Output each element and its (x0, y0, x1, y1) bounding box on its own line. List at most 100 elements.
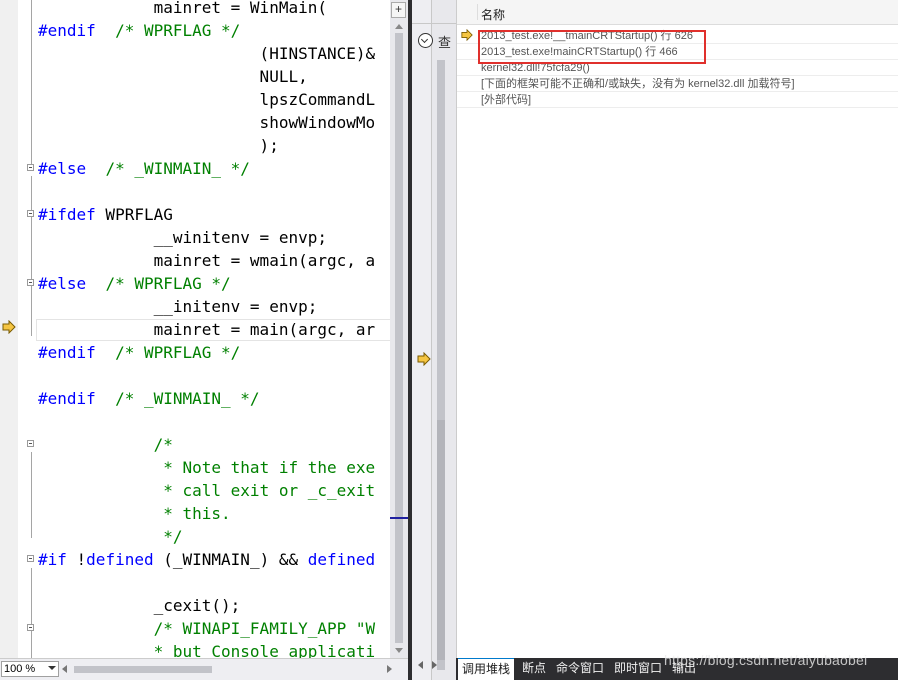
code-token: (HINSTANCE)& (38, 44, 376, 63)
horizontal-scroll-thumb[interactable] (74, 666, 212, 673)
outline-guide (31, 452, 32, 538)
tab-breakpoints[interactable]: 断点 (518, 658, 550, 680)
code-line[interactable]: #else /* _WINMAIN_ */ (38, 157, 250, 180)
call-stack-header: 名称 (457, 0, 898, 25)
code-comment: * Note that if the exe (163, 458, 376, 477)
code-comment: * call exit or _c_exit (163, 481, 376, 500)
secondary-editor-panel (412, 0, 456, 680)
code-line[interactable]: NULL, (38, 65, 308, 88)
code-token: ! (66, 550, 87, 569)
editor-vertical-scrollbar[interactable]: + (390, 0, 408, 658)
scroll-up-arrow-icon[interactable] (395, 24, 403, 29)
code-line[interactable]: mainret = wmain(argc, a (38, 249, 376, 272)
scroll-right-arrow-icon[interactable] (387, 665, 392, 673)
code-line[interactable]: */ (38, 525, 182, 548)
current-frame-arrow-icon (461, 29, 473, 41)
code-line[interactable]: _cexit(); (38, 594, 241, 617)
scrollbar-position-marker (390, 517, 408, 519)
call-stack-row[interactable]: [外部代码] (457, 92, 898, 108)
code-line[interactable]: #endif /* WPRFLAG */ (38, 341, 240, 364)
outline-guide (31, 0, 32, 168)
scroll-thumb[interactable] (395, 33, 403, 643)
tab-command-window[interactable]: 命令窗口 (552, 658, 608, 680)
split-window-button[interactable]: + (391, 2, 406, 18)
code-token: mainret = WinMain( (38, 0, 327, 17)
secondary-scroll-thumb[interactable] (437, 420, 445, 660)
code-line[interactable]: * but Console applicati (38, 640, 376, 658)
code-line[interactable]: mainret = main(argc, ar (38, 318, 376, 341)
code-line[interactable]: * this. (38, 502, 230, 525)
code-line[interactable]: lpszCommandL (38, 88, 376, 111)
code-keyword: #endif (38, 343, 96, 362)
tab-immediate-window[interactable]: 即时窗口 (610, 658, 666, 680)
code-line[interactable]: showWindowMo (38, 111, 376, 134)
collapse-toggle[interactable] (27, 279, 34, 286)
code-token: _cexit(); (38, 596, 241, 615)
code-keyword: #else (38, 159, 87, 178)
code-line[interactable]: mainret = WinMain( (38, 0, 327, 19)
code-line[interactable]: #if !defined (_WINMAIN_) && defined (38, 548, 375, 571)
code-token: showWindowMo (38, 113, 376, 132)
collapse-toggle[interactable] (27, 164, 34, 171)
code-keyword: #endif (38, 389, 96, 408)
code-comment: /* WINAPI_FAMILY_APP "W (153, 619, 376, 638)
code-editor[interactable]: mainret = WinMain( #endif /* WPRFLAG */ (… (0, 0, 390, 658)
code-line[interactable]: ); (38, 134, 279, 157)
code-line[interactable]: * call exit or _c_exit (38, 479, 375, 502)
code-line[interactable]: #else /* WPRFLAG */ (38, 272, 231, 295)
outline-guide (31, 222, 32, 274)
code-token: mainret = main(argc, ar (38, 320, 376, 339)
call-stack-row[interactable]: [下面的框架可能不正确和/或缺失，没有为 kernel32.dll 加载符号] (457, 76, 898, 92)
annotation-highlight-box (478, 30, 706, 64)
code-token: lpszCommandL (38, 90, 376, 109)
current-statement-arrow-icon (2, 320, 16, 334)
code-comment: /* _WINMAIN_ */ (105, 159, 250, 178)
code-token: mainret = wmain(argc, a (38, 251, 376, 270)
scroll-left-arrow-icon[interactable] (62, 665, 67, 673)
tab-call-stack[interactable]: 调用堆栈 (458, 658, 515, 680)
secondary-glyph-margin (412, 0, 432, 680)
code-line[interactable]: __initenv = envp; (38, 295, 318, 318)
code-keyword: #endif (38, 21, 96, 40)
code-line[interactable]: #endif /* _WINMAIN_ */ (38, 387, 260, 410)
zoom-level-dropdown[interactable]: 100 % (1, 661, 59, 677)
column-divider[interactable] (477, 4, 478, 20)
code-token: __initenv = envp; (38, 297, 318, 316)
editor-horizontal-scrollbar[interactable] (62, 663, 392, 675)
code-line[interactable]: /* (38, 433, 173, 456)
collapse-toggle[interactable] (27, 440, 34, 447)
code-line[interactable]: /* WINAPI_FAMILY_APP "W (38, 617, 376, 640)
code-token: __winitenv = envp; (38, 228, 327, 247)
code-comment: /* WPRFLAG */ (115, 343, 241, 362)
code-line[interactable]: #ifdef WPRFLAG (38, 203, 173, 226)
code-line[interactable]: * Note that if the exe (38, 456, 375, 479)
call-stack-frame-name: [下面的框架可能不正确和/或缺失，没有为 kernel32.dll 加载符号] (481, 78, 795, 90)
column-header-name[interactable]: 名称 (481, 6, 505, 23)
call-stack-frame-name: [外部代码] (481, 94, 532, 106)
scroll-down-arrow-icon[interactable] (395, 648, 403, 653)
scroll-right-arrow-icon[interactable] (432, 661, 437, 669)
code-line[interactable]: (HINSTANCE)& (38, 42, 376, 65)
expand-circle-icon[interactable] (418, 33, 433, 48)
code-keyword: #ifdef (38, 205, 96, 224)
code-comment: /* (153, 435, 173, 454)
code-line[interactable]: #endif /* WPRFLAG */ (38, 19, 240, 42)
collapse-toggle[interactable] (27, 624, 34, 631)
chevron-down-icon (48, 666, 56, 670)
code-line[interactable]: __winitenv = envp; (38, 226, 327, 249)
collapse-toggle[interactable] (27, 210, 34, 217)
outline-guide (31, 568, 32, 658)
scroll-left-arrow-icon[interactable] (418, 661, 423, 669)
glyph-margin[interactable] (0, 0, 18, 658)
collapse-toggle[interactable] (27, 555, 34, 562)
